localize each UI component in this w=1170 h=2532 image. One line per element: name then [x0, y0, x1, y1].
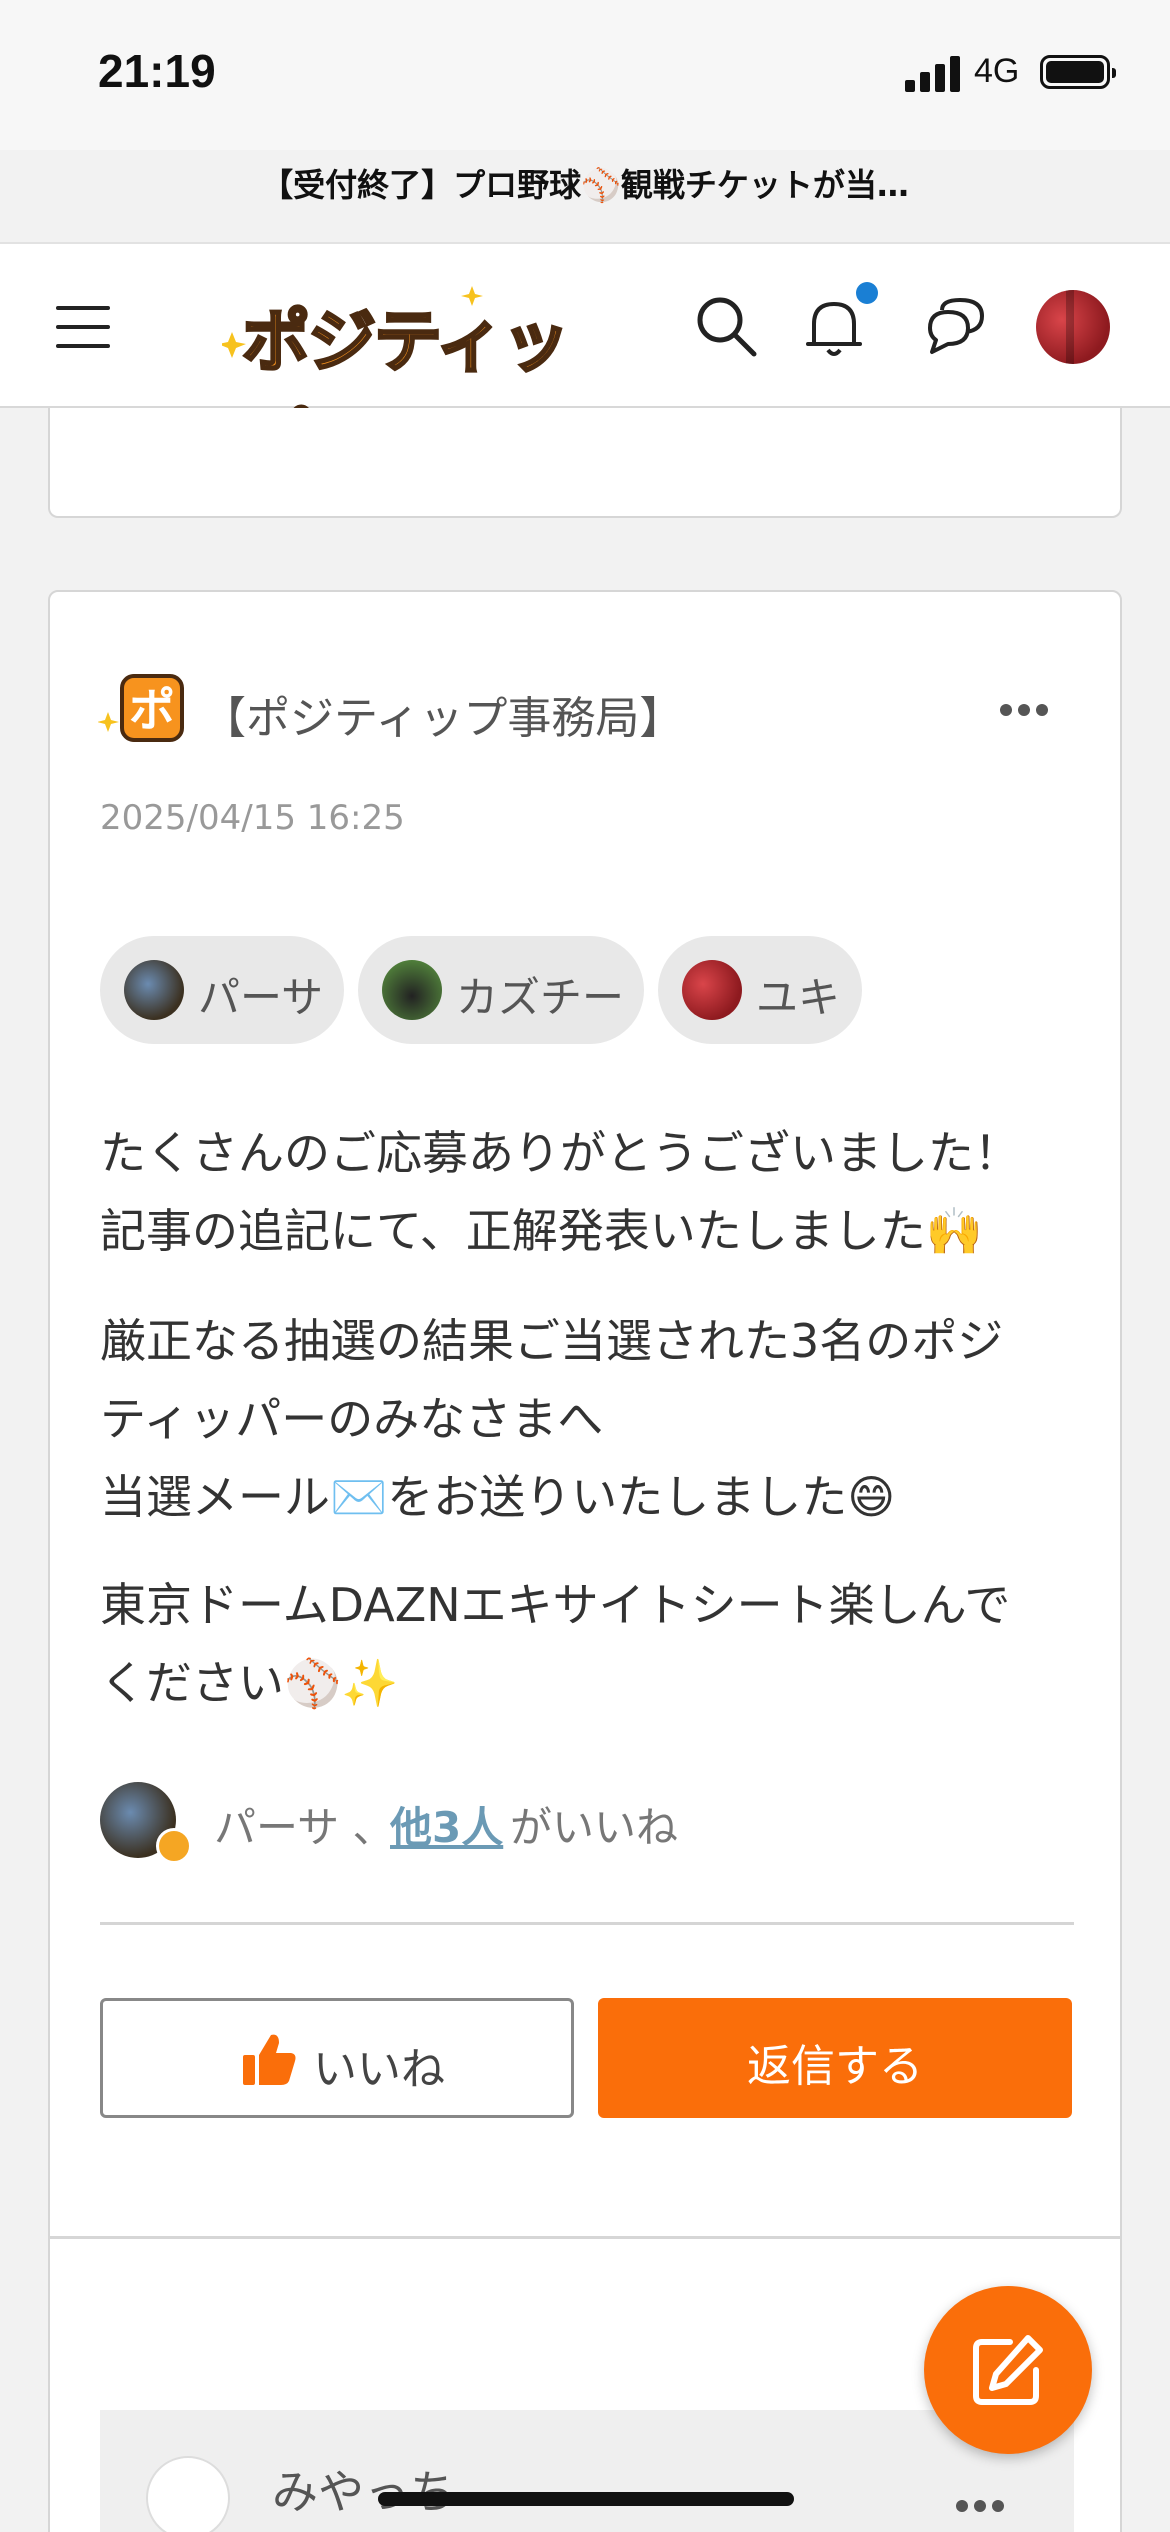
status-time: 21:19 — [98, 45, 216, 97]
post-paragraph: 厳正なる抽選の結果ご当選された3名のポジ ティッパーのみなさまへ 当選メール✉️… — [100, 1302, 1080, 1536]
text-line: たくさんのご応募ありがとうございました！ — [100, 1126, 1020, 1180]
thumbs-up-icon — [243, 2034, 296, 2085]
divider — [50, 2236, 1120, 2239]
avatar[interactable] — [1036, 290, 1110, 364]
mention-chip[interactable]: パーサ — [100, 936, 344, 1044]
previous-card — [48, 408, 1122, 518]
avatar[interactable] — [146, 2456, 230, 2532]
avatar — [682, 960, 742, 1020]
post-paragraph: 東京ドームDAZNエキサイトシート楽しんで ください⚾✨ — [100, 1566, 1080, 1722]
author-name[interactable]: 【ポジティップ事務局】 — [202, 682, 683, 746]
compose-button[interactable] — [924, 2286, 1092, 2454]
liker-name[interactable]: パーサ 、 — [214, 1794, 395, 1855]
text-line: 記事の追記にて、正解発表いたしました🙌 — [100, 1204, 983, 1258]
others-link[interactable]: 他3人 — [390, 1794, 503, 1855]
status-bar: 21:19 4G 【受付終了】プロ野球⚾観戦チケットが当… — [0, 0, 1170, 204]
comment-card: ポ 【ポジティップ事務局】 2025/04/15 16:25 パーサ カズチー … — [48, 590, 1122, 2532]
more-options-icon[interactable] — [956, 2500, 1006, 2514]
like-summary: パーサ 、 他3人 がいいね — [100, 1782, 1080, 1864]
text-line: 当選メール✉️をお送りいたしました😄 — [100, 1470, 896, 1524]
edit-icon — [973, 2335, 1043, 2405]
mention-chip[interactable]: カズチー — [358, 936, 644, 1044]
post-date: 2025/04/15 16:25 — [100, 798, 405, 838]
network-label: 4G — [974, 52, 1020, 90]
reply-author-name[interactable]: みやっち — [272, 2456, 456, 2522]
home-indicator[interactable] — [378, 2492, 794, 2506]
text-line: ください⚾✨ — [100, 1656, 399, 1710]
mention-name: ユキ — [756, 973, 841, 1022]
page-title: 【受付終了】プロ野球⚾観戦チケットが当… — [261, 166, 909, 204]
bell-icon[interactable] — [800, 292, 870, 362]
mention-chip[interactable]: ユキ — [658, 936, 862, 1044]
text-line: 東京ドームDAZNエキサイトシート楽しんで — [100, 1578, 1011, 1632]
text-line: ティッパーのみなさまへ — [100, 1392, 604, 1446]
text-line: 厳正なる抽選の結果ご当選された3名のポジ — [100, 1314, 1004, 1368]
notification-dot — [856, 282, 878, 304]
like-suffix: がいいね — [510, 1803, 679, 1852]
menu-icon[interactable] — [56, 306, 110, 348]
mention-name: カズチー — [456, 973, 625, 1022]
reply-preview: みやっち — [100, 2410, 1074, 2532]
signal-icon — [905, 56, 961, 92]
reply-button-label: 返信する — [747, 2041, 923, 2092]
reply-button[interactable]: 返信する — [598, 1998, 1072, 2118]
post-paragraph: たくさんのご応募ありがとうございました！ 記事の追記にて、正解発表いたしました🙌 — [100, 1114, 1080, 1270]
like-button[interactable]: いいね — [100, 1998, 574, 2118]
search-icon[interactable] — [692, 292, 762, 362]
avatar — [382, 960, 442, 1020]
site-logo[interactable]: ポジティップ — [222, 280, 592, 483]
mention-name: パーサ — [198, 973, 324, 1022]
avatar — [124, 960, 184, 1020]
badge-icon — [156, 1828, 192, 1864]
app-header: ポジティップ — [0, 242, 1170, 483]
svg-text:ポ: ポ — [129, 683, 175, 737]
divider — [100, 1922, 1074, 1925]
more-options-icon[interactable] — [1000, 704, 1050, 718]
battery-icon — [1040, 55, 1116, 89]
author-logo-icon: ポ — [97, 670, 188, 746]
like-button-label: いいね — [313, 2044, 445, 2095]
chat-icon[interactable] — [920, 292, 990, 362]
